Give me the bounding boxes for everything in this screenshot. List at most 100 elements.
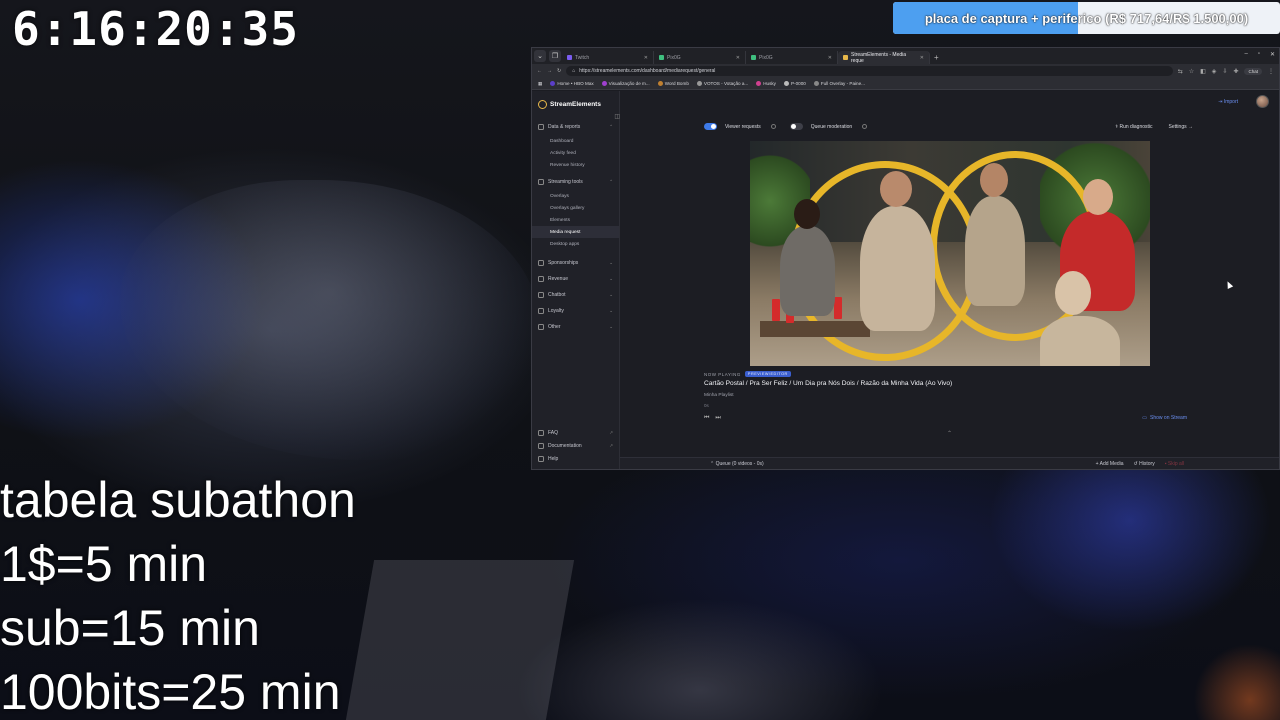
tab-pix0g[interactable]: Pix0G ✕ bbox=[746, 51, 838, 64]
chevron-down-icon: ⌄ bbox=[609, 324, 613, 329]
import-button[interactable]: ⇥ Import bbox=[1218, 99, 1238, 105]
arrow-right-icon: → bbox=[1186, 123, 1193, 130]
sidebar-item-dashboard[interactable]: Dashboard bbox=[532, 135, 619, 147]
sidebar-section-chatbot[interactable]: Chatbot ⌄ bbox=[532, 287, 619, 303]
sidebar-item-revenue-history[interactable]: Revenue history bbox=[532, 159, 619, 171]
new-tab-button[interactable]: + bbox=[930, 53, 943, 64]
settings-button[interactable]: Settings → bbox=[1169, 124, 1193, 130]
bookmark-item[interactable]: Home • HBO Max bbox=[550, 81, 594, 86]
site-info-icon[interactable]: ⌂ bbox=[572, 68, 575, 74]
monitor-icon: ▭ bbox=[1142, 415, 1148, 421]
puzzle-icon[interactable]: ✚ bbox=[1233, 68, 1238, 75]
bookmark-apps-icon[interactable]: ▦ bbox=[538, 81, 542, 87]
bookmark-item[interactable]: VOTOS - Votação a... bbox=[696, 81, 748, 86]
sidebar-link-faq[interactable]: FAQ ↗ bbox=[532, 426, 619, 439]
address-bar[interactable]: ⌂ https://streamelements.com/dashboard/m… bbox=[566, 66, 1173, 76]
overlay-icon bbox=[813, 81, 819, 86]
video-scene-head bbox=[794, 199, 820, 229]
chevron-down-icon: ⌄ bbox=[609, 292, 613, 297]
help-circle-icon[interactable] bbox=[862, 124, 868, 129]
tab-search-button[interactable]: ❐ bbox=[549, 50, 561, 62]
chevron-down-icon: ⌄ bbox=[609, 276, 613, 281]
close-icon[interactable]: ✕ bbox=[828, 55, 832, 61]
previous-icon[interactable]: ⏮ bbox=[704, 415, 709, 422]
back-icon[interactable]: ← bbox=[537, 68, 542, 74]
now-playing-badge: PREVIEW/EDITOR bbox=[744, 371, 791, 377]
sidebar-section-data-reports[interactable]: Data & reports ⌃ bbox=[532, 119, 619, 135]
toolbar-icons: ⇆ ☆ ◧ ◈ ⇩ ✚ Chat ⋮ bbox=[1178, 67, 1274, 75]
reload-icon[interactable]: ↻ bbox=[557, 68, 561, 74]
shield-icon[interactable]: ◈ bbox=[1212, 68, 1217, 75]
sidebar-item-desktop-apps[interactable]: Desktop apps bbox=[532, 238, 619, 250]
video-scene-table bbox=[760, 321, 870, 337]
avatar[interactable] bbox=[1256, 95, 1269, 108]
run-diagnostic-button[interactable]: ⚕ Run diagnostic bbox=[1115, 124, 1152, 130]
translate-icon[interactable]: ⇆ bbox=[1178, 68, 1183, 75]
sidebar-section-revenue[interactable]: Revenue ⌄ bbox=[532, 271, 619, 287]
sidebar-item-elements[interactable]: Elements bbox=[532, 214, 619, 226]
sidebar-item-overlays-gallery[interactable]: Overlays gallery bbox=[532, 202, 619, 214]
window-controls: – ▫ ✕ bbox=[1244, 51, 1275, 58]
bookmark-item[interactable]: Husky bbox=[756, 81, 776, 86]
sidebar-section-streaming-tools[interactable]: Streaming tools ⌃ bbox=[532, 174, 619, 190]
sidebar-item-overlays[interactable]: Overlays bbox=[532, 190, 619, 202]
queue-moderation-toggle[interactable] bbox=[789, 123, 803, 130]
grid-icon bbox=[538, 324, 544, 330]
help-icon bbox=[538, 455, 544, 462]
tab-streamelements[interactable]: StreamElements - Media reque ✕ bbox=[838, 51, 930, 64]
sidebar-link-help[interactable]: Help bbox=[532, 452, 619, 465]
viewer-requests-label: Viewer requests bbox=[725, 123, 761, 130]
bookmark-item[interactable]: P-0000 bbox=[783, 81, 806, 86]
twitch-favicon-icon bbox=[567, 55, 572, 60]
bookmark-item[interactable]: Full Overlay - Paine... bbox=[813, 81, 865, 86]
chevron-down-icon: ⌄ bbox=[609, 260, 613, 265]
sidebar-link-documentation[interactable]: Documentation ↗ bbox=[532, 439, 619, 452]
queue-toggle[interactable]: ⌃ Queue (0 videos - 0s) bbox=[710, 461, 764, 467]
tab-pix0g[interactable]: Pix0G ✕ bbox=[654, 51, 746, 64]
add-media-button[interactable]: + Add Media bbox=[1096, 461, 1124, 467]
sidebar-section-sponsorships[interactable]: Sponsorships ⌄ bbox=[532, 255, 619, 271]
sidebar-section-loyalty[interactable]: Loyalty ⌄ bbox=[532, 303, 619, 319]
bookmark-item[interactable]: Visualização de m... bbox=[601, 81, 650, 86]
top-right-actions: ⇥ Import bbox=[1218, 95, 1269, 108]
maximize-icon[interactable]: ▫ bbox=[1258, 51, 1260, 58]
queue-moderation-label: Queue moderation bbox=[810, 123, 853, 130]
close-icon[interactable]: ✕ bbox=[644, 55, 648, 61]
subathon-title: tabela subathon bbox=[0, 472, 356, 528]
tab-menu-button[interactable]: ⌄ bbox=[534, 50, 546, 62]
more-icon[interactable]: ⋮ bbox=[1268, 68, 1274, 75]
viewer-requests-toggle[interactable] bbox=[704, 123, 717, 130]
close-icon[interactable]: ✕ bbox=[736, 55, 740, 61]
extension-icon[interactable]: ◧ bbox=[1200, 68, 1206, 75]
chart-icon bbox=[538, 124, 544, 130]
external-link-icon: ↗ bbox=[609, 442, 613, 448]
sidebar-item-media-request[interactable]: Media request bbox=[532, 226, 619, 238]
help-circle-icon[interactable] bbox=[770, 124, 776, 129]
video-scene-person bbox=[860, 206, 935, 331]
video-player[interactable] bbox=[750, 141, 1150, 366]
history-button[interactable]: ↺ History bbox=[1134, 461, 1155, 467]
queue-actions: + Add Media ↺ History ▪ Skip all bbox=[1096, 461, 1184, 467]
minimize-icon[interactable]: – bbox=[1244, 51, 1247, 58]
bookmark-star-icon[interactable]: ☆ bbox=[1189, 68, 1194, 75]
faq-icon bbox=[538, 429, 544, 436]
brand-logo[interactable]: StreamElements bbox=[532, 91, 619, 119]
subathon-rule: 1$=5 min bbox=[0, 536, 208, 592]
sidebar-section-other[interactable]: Other ⌄ bbox=[532, 319, 619, 335]
sidebar-item-activity-feed[interactable]: Activity feed bbox=[532, 147, 619, 159]
skip-all-button[interactable]: ▪ Skip all bbox=[1165, 461, 1184, 467]
chevron-up-icon[interactable]: ⌃ bbox=[947, 430, 952, 437]
forward-icon[interactable]: → bbox=[547, 68, 552, 74]
bookmarks-bar: ▦ Home • HBO Max Visualização de m... Wo… bbox=[532, 78, 1279, 90]
browser-window: ⌄ ❐ Twitch ✕ Pix0G ✕ Pix0G ✕ StreamEleme… bbox=[531, 47, 1280, 470]
close-icon[interactable]: ✕ bbox=[920, 55, 924, 61]
skip-icon[interactable]: ⏭ bbox=[715, 415, 720, 422]
bookmark-item[interactable]: Word Bomb bbox=[657, 81, 689, 86]
hbo-icon bbox=[550, 81, 556, 86]
download-icon[interactable]: ⇩ bbox=[1222, 68, 1227, 75]
profile-chip[interactable]: Chat bbox=[1244, 67, 1262, 75]
show-on-stream-button[interactable]: ▭ Show on Stream bbox=[1142, 415, 1187, 421]
close-window-icon[interactable]: ✕ bbox=[1270, 51, 1275, 58]
track-duration: 0s bbox=[704, 403, 709, 408]
tab-twitch[interactable]: Twitch ✕ bbox=[562, 51, 654, 64]
